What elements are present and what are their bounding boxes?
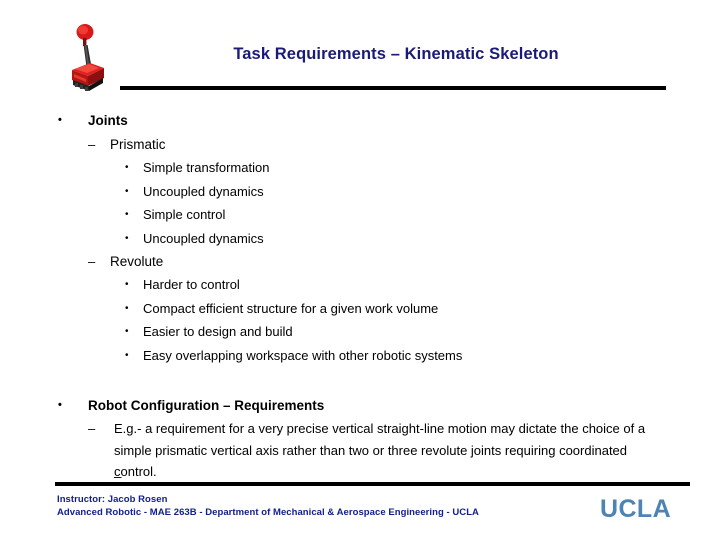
bullet-text: Uncoupled dynamics xyxy=(143,183,264,199)
bullet-marker-disc: • xyxy=(125,349,129,361)
bullet-item-simple-transformation: • Simple transformation xyxy=(0,156,720,179)
title-divider xyxy=(120,86,666,90)
bullet-item-simple-control: • Simple control xyxy=(0,203,720,226)
bullet-text: Compact efficient structure for a given … xyxy=(143,300,439,316)
title-block: Task Requirements – Kinematic Skeleton xyxy=(120,44,672,64)
bullet-marker-dash: – xyxy=(114,470,122,480)
bullet-text: Harder to control xyxy=(143,277,240,293)
bullet-text: Prismatic xyxy=(110,137,166,152)
robot-icon xyxy=(58,22,112,96)
bullet-item-compact-structure: • Compact efficient structure for a give… xyxy=(0,297,720,320)
bullet-item-easier-design: • Easier to design and build xyxy=(0,320,720,343)
bullet-item-empty: – xyxy=(114,470,122,480)
bullet-marker-disc: • xyxy=(125,209,129,221)
bullet-item-prismatic: – Prismatic xyxy=(0,133,720,156)
slide-body: • Joints – Prismatic • Simple transforma… xyxy=(0,108,720,483)
bullet-text: Easier to design and build xyxy=(143,324,293,340)
page-title: Task Requirements – Kinematic Skeleton xyxy=(233,45,559,63)
bullet-text: E.g.- a requirement for a very precise v… xyxy=(114,421,646,480)
bullet-marker-disc: • xyxy=(125,326,129,338)
bullet-marker-disc: • xyxy=(58,114,62,126)
presentation-slide: Task Requirements – Kinematic Skeleton •… xyxy=(0,0,720,540)
bullet-marker-disc: • xyxy=(125,162,129,174)
bullet-marker-disc: • xyxy=(125,279,129,291)
bullet-marker-disc: • xyxy=(125,232,129,244)
bullet-item-joints: • Joints xyxy=(0,108,720,133)
bullet-text: Easy overlapping workspace with other ro… xyxy=(143,347,463,363)
footer-instructor-line: Instructor: Jacob Rosen xyxy=(57,494,168,505)
footer-divider xyxy=(55,482,690,486)
bullet-marker-disc: • xyxy=(58,399,62,412)
bullet-text: Simple transformation xyxy=(143,160,270,176)
bullet-marker-disc: • xyxy=(125,185,129,197)
bullet-text: Simple control xyxy=(143,207,226,223)
bullet-text: Revolute xyxy=(110,254,164,270)
bullet-item-uncoupled-dynamics-2: • Uncoupled dynamics xyxy=(0,227,720,250)
bullet-item-revolute: – Revolute xyxy=(0,250,720,273)
bullet-marker-dash: – xyxy=(88,254,96,270)
footer-credits: Instructor: Jacob Rosen Advanced Robotic… xyxy=(57,494,479,519)
bullet-text: Uncoupled dynamics xyxy=(143,230,264,246)
bullet-item-uncoupled-dynamics-1: • Uncoupled dynamics xyxy=(0,180,720,203)
bullet-marker-disc: • xyxy=(125,302,129,314)
bullet-item-harder-to-control: • Harder to control xyxy=(0,273,720,296)
bullet-item-robot-configuration: • Robot Configuration – Requirements xyxy=(0,393,720,418)
bullet-marker-dash: – xyxy=(88,137,96,152)
bullet-item-example-requirement: – E.g.- a requirement for a very precise… xyxy=(0,418,720,483)
bullet-text: Joints xyxy=(88,113,128,128)
footer-course-line: Advanced Robotic - MAE 263B - Department… xyxy=(57,506,479,518)
bullet-marker-dash: – xyxy=(88,421,96,437)
bullet-item-overlapping-workspace: • Easy overlapping workspace with other … xyxy=(0,344,720,367)
bullet-text: Robot Configuration – Requirements xyxy=(88,398,325,414)
ucla-logo: UCLA xyxy=(600,495,672,523)
